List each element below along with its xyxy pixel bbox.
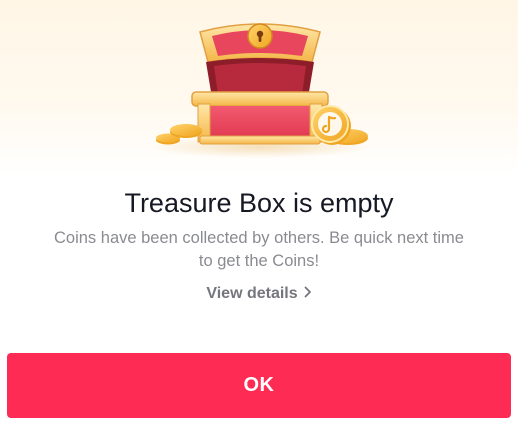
view-details-link[interactable]: View details [0, 283, 518, 305]
view-details-label: View details [206, 285, 298, 303]
dialog-message: Coins have been collected by others. Be … [54, 229, 464, 270]
dialog-title: Treasure Box is empty [124, 188, 394, 218]
treasure-chest-icon [148, 23, 372, 158]
treasure-box-dialog: Treasure Box is empty Coins have been co… [0, 0, 518, 432]
illustration-area [0, 0, 518, 175]
ok-button[interactable]: OK [7, 353, 511, 418]
chevron-right-icon [304, 283, 312, 305]
